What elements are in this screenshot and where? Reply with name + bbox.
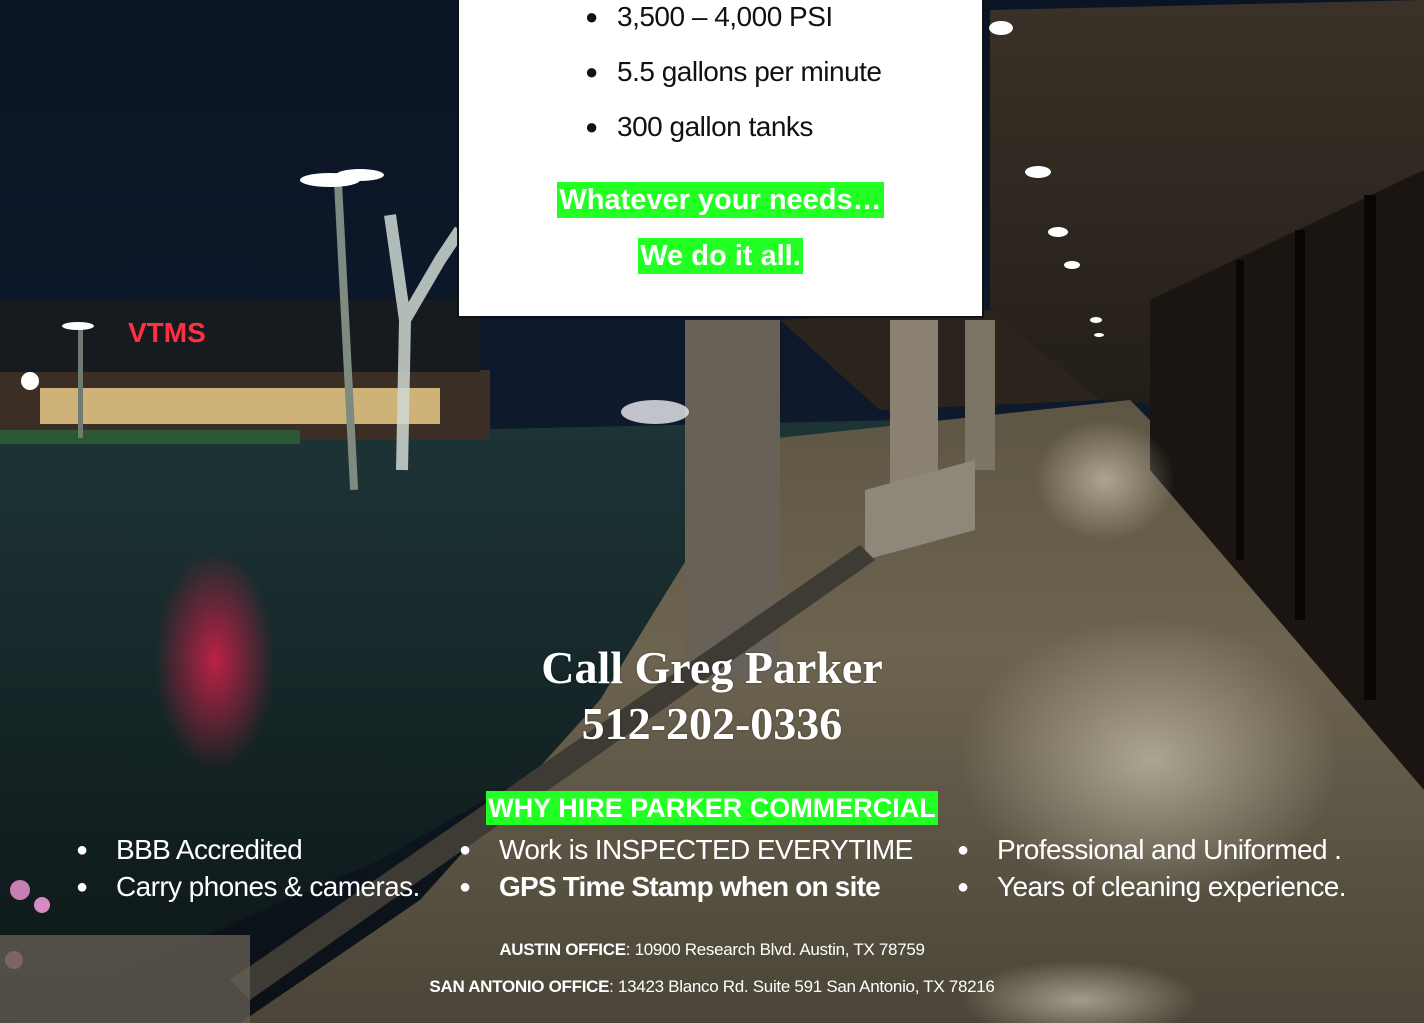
tagline-row-2: We do it all. <box>459 238 982 274</box>
spec-text: 3,500 – 4,000 PSI <box>617 1 833 32</box>
san-antonio-office-label: SAN ANTONIO OFFICE <box>429 977 610 996</box>
why-item: ● GPS Time Stamp when on site <box>459 868 913 905</box>
spec-text: 5.5 gallons per minute <box>617 56 882 87</box>
spec-item-flow: ● 5.5 gallons per minute <box>585 53 882 108</box>
austin-office-label: AUSTIN OFFICE <box>499 940 626 959</box>
spec-item-pressure: ● 3,500 – 4,000 PSI <box>585 0 882 53</box>
why-item-text: Carry phones & cameras. <box>116 871 420 902</box>
why-item-text: Professional and Uniformed . <box>997 834 1342 865</box>
why-column-3: ● Professional and Uniformed . ● Years of … <box>957 831 1347 905</box>
why-item-text: Years of cleaning experience. <box>997 871 1347 902</box>
contact-block: Call Greg Parker 512-202-0336 <box>412 640 1012 752</box>
tagline-2: We do it all. <box>638 238 803 274</box>
why-item-text: Work is INSPECTED EVERYTIME <box>499 834 913 865</box>
why-heading-row: WHY HIRE PARKER COMMERCIAL <box>0 791 1424 825</box>
why-column-1: ● BBB Accredited ● Carry phones & cameras. <box>76 831 420 905</box>
why-item-text: BBB Accredited <box>116 834 303 865</box>
bullet-icon: ● <box>459 839 471 861</box>
svg-text:VTMS: VTMS <box>128 317 206 348</box>
why-column-2: ● Work is INSPECTED EVERYTIME ● GPS Time S… <box>459 831 913 905</box>
san-antonio-office-address: : 13423 Blanco Rd. Suite 591 San Antonio… <box>609 977 995 996</box>
spec-item-tanks: ● 300 gallon tanks <box>585 108 882 163</box>
bullet-icon: ● <box>585 4 598 29</box>
why-item: ● Professional and Uniformed . <box>957 831 1346 868</box>
equipment-card: ● 3,500 – 4,000 PSI ● 5.5 gallons per minu… <box>457 0 984 318</box>
tagline-1: Whatever your needs… <box>557 182 884 218</box>
why-item: ● Work is INSPECTED EVERYTIME <box>459 831 913 868</box>
bullet-icon: ● <box>76 839 88 861</box>
austin-office: AUSTIN OFFICE: 10900 Research Blvd. Aust… <box>0 940 1424 960</box>
bullet-icon: ● <box>585 59 598 84</box>
bullet-icon: ● <box>957 839 969 861</box>
bullet-icon: ● <box>459 876 471 898</box>
flyer-page: VTMS ● 3,500 – 4,000 PSI ● 5.5 gallons p… <box>0 0 1424 1023</box>
why-item-text: GPS Time Stamp when on site <box>499 871 881 902</box>
san-antonio-office: SAN ANTONIO OFFICE: 13423 Blanco Rd. Sui… <box>0 977 1424 997</box>
bullet-icon: ● <box>76 876 88 898</box>
why-item: ● BBB Accredited <box>76 831 420 868</box>
why-item: ● Years of cleaning experience. <box>957 868 1347 905</box>
austin-office-address: : 10900 Research Blvd. Austin, TX 78759 <box>625 940 925 959</box>
why-heading: WHY HIRE PARKER COMMERCIAL <box>486 791 938 825</box>
bullet-icon: ● <box>957 876 969 898</box>
call-line: Call Greg Parker <box>541 642 883 693</box>
spec-text: 300 gallon tanks <box>617 111 813 142</box>
spec-list: ● 3,500 – 4,000 PSI ● 5.5 gallons per minu… <box>585 0 882 163</box>
tagline-row-1: Whatever your needs… <box>459 182 982 218</box>
why-item: ● Carry phones & cameras. <box>76 868 420 905</box>
phone-number[interactable]: 512-202-0336 <box>412 696 1012 752</box>
bullet-icon: ● <box>585 114 598 139</box>
